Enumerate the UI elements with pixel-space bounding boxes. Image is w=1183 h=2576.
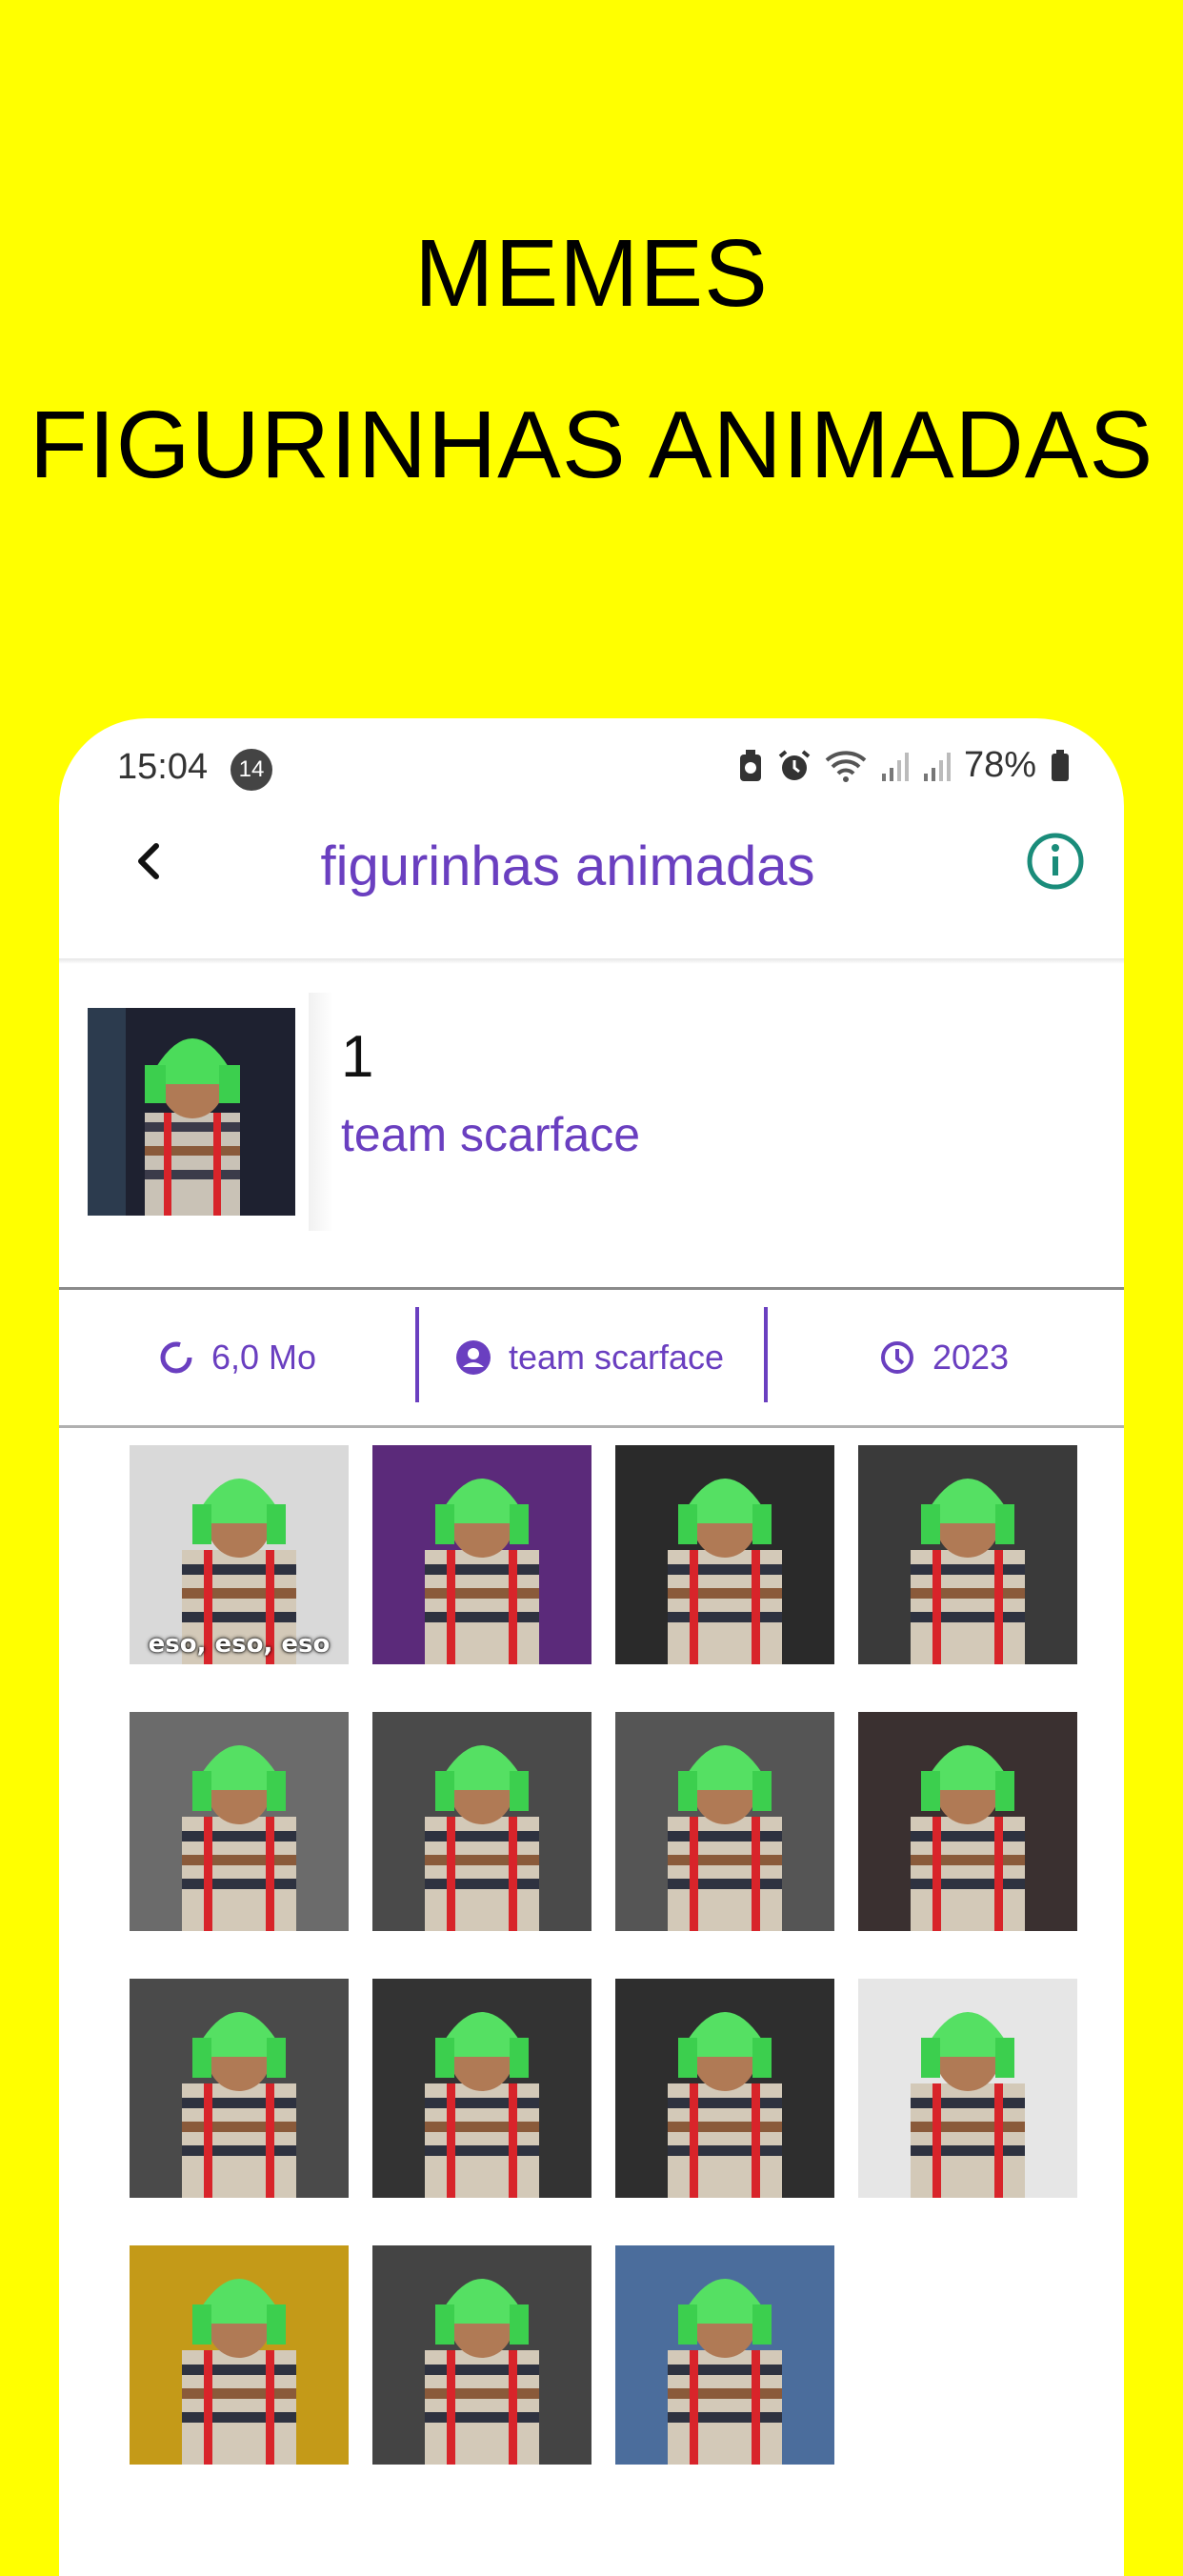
sticker-item[interactable] [858, 1445, 1077, 1664]
pack-number: 1 [341, 1024, 374, 1090]
promo-title-line2: FIGURINHAS ANIMADAS [29, 392, 1154, 498]
pack-info-bar: 6,0 Mo team scarface 2023 [59, 1287, 1124, 1428]
alarm-icon [778, 749, 811, 780]
status-bar: 15:04 14 78% [59, 718, 1124, 814]
sticker-item[interactable] [615, 1712, 834, 1931]
pack-year: 2023 [764, 1290, 1124, 1425]
clock-icon [880, 1341, 913, 1374]
signal-icon [881, 752, 909, 781]
sticker-item[interactable] [372, 2245, 592, 2465]
app-title: figurinhas animadas [59, 835, 1124, 898]
sticker-item[interactable] [130, 1979, 349, 2198]
signal-icon-2 [923, 752, 951, 781]
sticker-item[interactable] [858, 1712, 1077, 1931]
sticker-item[interactable]: eso, eso, eso [130, 1445, 349, 1664]
phone-screen: 15:04 14 78% figurinhas animadas 1 team … [59, 718, 1124, 2576]
sticker-item[interactable] [615, 1445, 834, 1664]
pack-author: team scarface [341, 1108, 641, 1161]
sticker-item[interactable] [372, 1712, 592, 1931]
pack-size: 6,0 Mo [59, 1290, 415, 1425]
sticker-caption: eso, eso, eso [148, 1630, 331, 1659]
notification-count-badge: 14 [231, 749, 272, 791]
sticker-item[interactable] [615, 1979, 834, 2198]
pack-header: 1 team scarface [59, 964, 1124, 1288]
pack-year-value: 2023 [932, 1338, 1010, 1377]
sticker-item[interactable] [130, 2245, 349, 2465]
sticker-item[interactable] [130, 1712, 349, 1931]
pack-publisher-value: team scarface [508, 1338, 725, 1377]
app-bar: figurinhas animadas [59, 814, 1124, 918]
sticker-item[interactable] [858, 1979, 1077, 2198]
header-divider [309, 993, 333, 1231]
loading-circle-icon [160, 1341, 192, 1374]
wifi-icon [825, 750, 867, 782]
app-title-text: figurinhas animadas [320, 835, 815, 897]
sticker-item[interactable] [372, 1979, 592, 2198]
pack-publisher: team scarface [415, 1290, 764, 1425]
pack-size-value: 6,0 Mo [211, 1338, 317, 1377]
promo-title-line1: MEMES [414, 220, 769, 327]
battery-icon [1052, 749, 1069, 781]
account-circle-icon [455, 1340, 491, 1375]
recycle-icon [739, 749, 761, 781]
pack-thumbnail[interactable] [88, 1008, 295, 1216]
sticker-item[interactable] [372, 1445, 592, 1664]
status-time: 15:04 [117, 747, 209, 787]
info-icon[interactable] [1025, 831, 1086, 892]
battery-percentage: 78% [963, 745, 1036, 785]
sticker-item[interactable] [615, 2245, 834, 2465]
